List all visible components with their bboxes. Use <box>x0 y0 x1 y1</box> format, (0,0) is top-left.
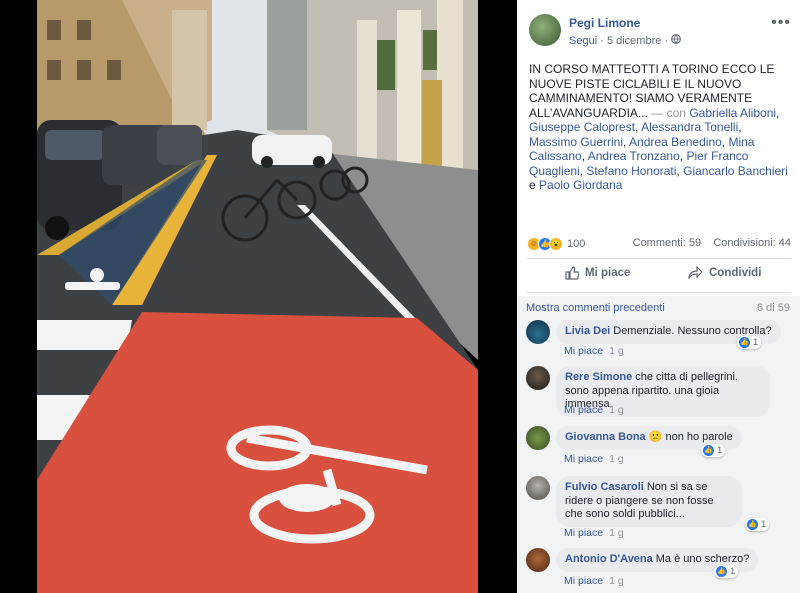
comment-time[interactable]: 1 g <box>609 453 624 465</box>
comment-meta: Mi piace 1 g <box>564 453 624 465</box>
with-label: — con <box>651 105 686 120</box>
comment-reaction-count: 1 <box>730 566 736 577</box>
like-label: Mi piace <box>585 267 631 279</box>
like-reaction-icon: 👍 <box>716 566 727 577</box>
show-previous-comments-link[interactable]: Mostra commenti precedenti <box>526 302 665 314</box>
comment-reaction-badge[interactable]: 👍 1 <box>745 518 770 531</box>
engagement-counts: Commenti: 59 Condivisioni: 44 <box>633 237 791 249</box>
sad-emoji-icon: 🙁 <box>648 431 663 443</box>
comment-reaction-badge[interactable]: 👍 1 <box>714 565 739 578</box>
post-meta: Segui · 5 dicembre · <box>569 34 682 47</box>
tagged-person[interactable]: Massimo Guerrini <box>529 135 623 149</box>
post-actions: Mi piace Condividi <box>527 263 791 287</box>
author-avatar[interactable] <box>529 14 561 46</box>
like-reaction-icon: 👍 <box>739 337 750 348</box>
comment-author[interactable]: Antonio D'Avena <box>565 553 653 565</box>
comment-time[interactable]: 1 g <box>609 345 624 357</box>
comment-like-link[interactable]: Mi piace <box>564 453 603 465</box>
comment-meta: Mi piace 1 g <box>564 575 624 587</box>
comment-author[interactable]: Livia Dei <box>565 325 610 337</box>
comment-like-link[interactable]: Mi piace <box>564 527 603 539</box>
comment-reaction-count: 1 <box>753 337 759 348</box>
like-button[interactable]: Mi piace <box>565 266 630 280</box>
comment-reaction-badge[interactable]: 👍 1 <box>701 444 726 457</box>
wow-reaction-icon: 😮 <box>549 237 563 251</box>
comment-meta: Mi piace 1 g <box>564 345 624 357</box>
comment-like-link[interactable]: Mi piace <box>564 345 603 357</box>
share-label: Condividi <box>709 266 762 279</box>
comment-author[interactable]: Fulvio Casaroli <box>565 481 644 493</box>
divider <box>527 258 791 259</box>
divider <box>527 292 791 293</box>
more-options-icon[interactable]: ••• <box>771 14 791 32</box>
comment-text: non ho parole <box>665 431 733 443</box>
share-button[interactable]: Condividi <box>688 266 761 279</box>
comment-time[interactable]: 1 g <box>609 527 624 539</box>
comment-author[interactable]: Rere Simone <box>565 371 632 383</box>
globe-icon <box>671 34 682 47</box>
street-bike-lane-image <box>37 0 478 593</box>
tagged-person[interactable]: Stefano Honorati <box>586 164 676 178</box>
comments-section: Mostra commenti precedenti 6 di 59 Livia… <box>517 296 800 593</box>
like-reaction-icon: 👍 <box>703 445 714 456</box>
follow-link[interactable]: Segui <box>569 35 597 47</box>
post-photo[interactable] <box>0 0 516 593</box>
post-panel: Pegi Limone Segui · 5 dicembre · ••• IN … <box>517 0 800 593</box>
commenter-avatar[interactable] <box>526 366 550 390</box>
commenter-avatar[interactable] <box>526 476 550 500</box>
comment-time[interactable]: 1 g <box>609 575 624 587</box>
thumbs-up-icon <box>565 266 579 280</box>
comments-count[interactable]: Commenti: 59 <box>633 237 701 249</box>
comment-reaction-count: 1 <box>761 519 767 530</box>
tagged-person[interactable]: Andrea Benedino <box>629 135 722 149</box>
shares-count[interactable]: Condivisioni: 44 <box>713 237 791 249</box>
comment-bubble: Fulvio Casaroli Non si sa se ridere o pia… <box>556 476 742 527</box>
comment-like-link[interactable]: Mi piace <box>564 404 603 416</box>
and-label: e <box>529 178 536 192</box>
tagged-person[interactable]: Andrea Tronzano <box>588 149 680 163</box>
separator-dot: · <box>600 35 607 47</box>
comment-text: Ma è uno scherzo? <box>655 553 750 565</box>
reactions-count: 100 <box>567 238 586 250</box>
tagged-person[interactable]: Gabriella Aliboni <box>689 106 776 120</box>
share-arrow-icon <box>688 266 703 279</box>
author-name[interactable]: Pegi Limone <box>569 16 640 30</box>
comment-time[interactable]: 1 g <box>609 404 624 416</box>
comments-counter: 6 di 59 <box>756 302 790 314</box>
comment-meta: Mi piace 1 g <box>564 527 624 539</box>
commenter-avatar[interactable] <box>526 426 550 450</box>
reactions-summary[interactable]: ☺ 👍 😮 100 <box>527 237 585 251</box>
comment-like-link[interactable]: Mi piace <box>564 575 603 587</box>
tagged-person[interactable]: Giancarlo Banchieri <box>683 164 788 178</box>
post-text: IN CORSO MATTEOTTI A TORINO ECCO LE NUOV… <box>529 62 788 192</box>
comment-reaction-count: 1 <box>717 445 723 456</box>
comment-meta: Mi piace 1 g <box>564 404 624 416</box>
comment-reaction-badge[interactable]: 👍 1 <box>737 336 762 349</box>
commenter-avatar[interactable] <box>526 548 550 572</box>
tagged-person[interactable]: Paolo Giordana <box>539 178 622 192</box>
tagged-person[interactable]: Giuseppe Caloprest <box>529 120 635 134</box>
post-date[interactable]: 5 dicembre <box>607 35 661 47</box>
post-header: Pegi Limone Segui · 5 dicembre · ••• <box>529 14 791 50</box>
like-reaction-icon: 👍 <box>747 519 758 530</box>
post-stats: ☺ 👍 😮 100 Commenti: 59 Condivisioni: 44 <box>527 237 791 253</box>
commenter-avatar[interactable] <box>526 320 550 344</box>
tagged-person[interactable]: Alessandra Tonelli <box>641 120 738 134</box>
comment-author[interactable]: Giovanna Bona <box>565 431 646 443</box>
